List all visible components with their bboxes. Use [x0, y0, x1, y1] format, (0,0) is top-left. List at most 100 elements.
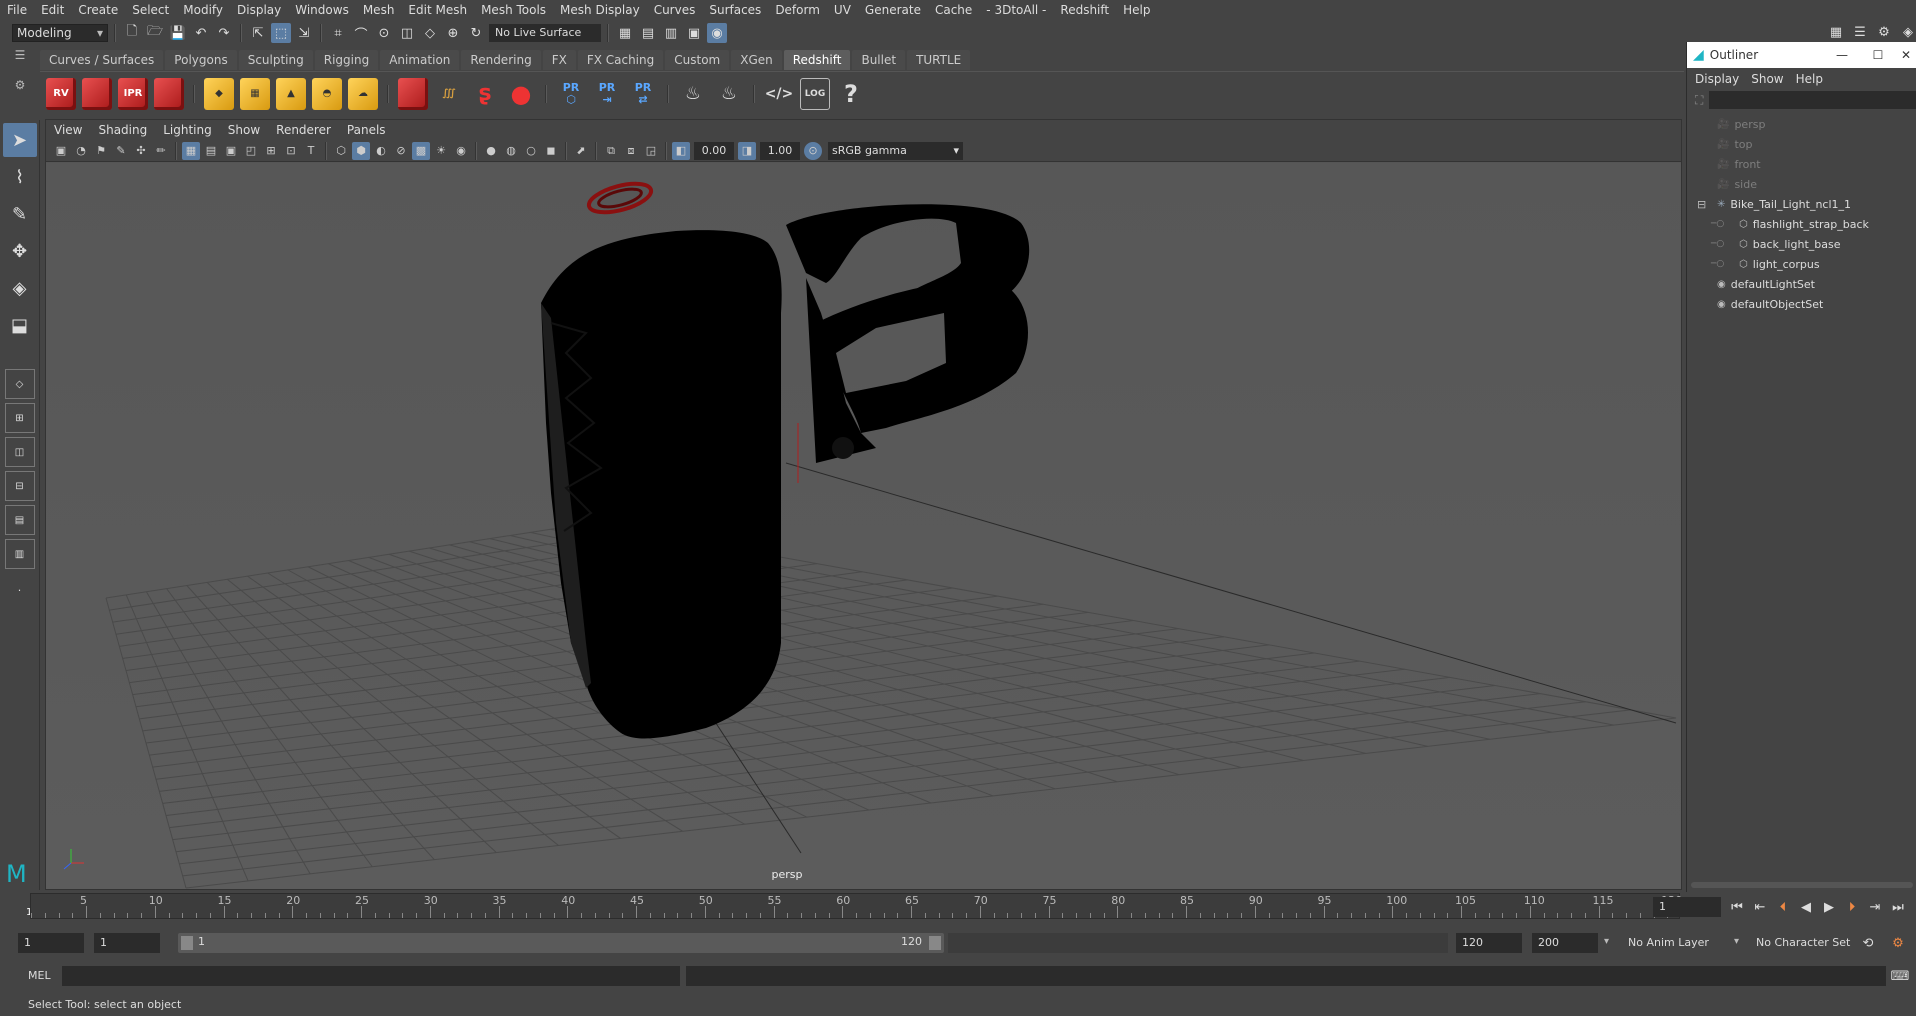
grid-toggle-icon[interactable]: ▦: [182, 141, 200, 160]
scene-start-field[interactable]: 1: [18, 933, 84, 953]
search-options-icon[interactable]: ⛶: [1695, 93, 1703, 108]
persp-graph-layout-icon[interactable]: ⊟: [4, 471, 35, 501]
undo-icon[interactable]: ↶: [191, 23, 211, 43]
go-to-start-icon[interactable]: ⏮: [1727, 897, 1747, 917]
render-view-icon[interactable]: ▣: [684, 23, 704, 43]
shelf-tab-polygons[interactable]: Polygons: [165, 50, 237, 70]
select-hierarchy-icon[interactable]: ⇱: [248, 23, 268, 43]
side-by-side-layout-icon[interactable]: ◫: [4, 437, 35, 467]
menu-select[interactable]: Select: [125, 0, 176, 20]
outliner-item[interactable]: ◉ defaultObjectSet: [1687, 294, 1916, 314]
outliner-layout-icon[interactable]: ▥: [4, 539, 35, 569]
command-input[interactable]: [62, 966, 680, 986]
textured-icon[interactable]: ▩: [412, 141, 430, 160]
redshift-settings-icon[interactable]: [154, 77, 184, 110]
redshift-render-sequence-icon[interactable]: [82, 77, 112, 110]
gamma-field[interactable]: 1.00: [760, 141, 800, 160]
safe-action-icon[interactable]: ⊡: [282, 142, 300, 160]
image-plane-icon[interactable]: ✎: [112, 142, 130, 160]
menu-edit-mesh[interactable]: Edit Mesh: [401, 0, 474, 20]
snap-grid-icon[interactable]: ⌗: [328, 23, 348, 43]
shelf-tab-custom[interactable]: Custom: [665, 50, 730, 70]
menu-mesh-display[interactable]: Mesh Display: [553, 0, 647, 20]
menu-windows[interactable]: Windows: [288, 0, 356, 20]
hypershade-icon[interactable]: ◉: [707, 23, 727, 43]
script-editor-icon[interactable]: ⌨: [1890, 966, 1910, 986]
range-end-handle[interactable]: [929, 936, 941, 950]
select-camera-icon[interactable]: ▣: [52, 142, 70, 160]
shelf-tab-redshift[interactable]: Redshift: [783, 50, 851, 70]
command-language[interactable]: MEL: [28, 969, 51, 982]
redshift-help-icon[interactable]: ?: [836, 78, 866, 110]
color-management-icon[interactable]: ⊙: [804, 141, 822, 160]
depth-of-field-icon[interactable]: ◼: [542, 142, 560, 160]
shelf-tab-bullet[interactable]: Bullet: [852, 50, 906, 70]
shelf-tab-animation[interactable]: Animation: [380, 50, 460, 70]
outliner-menu-display[interactable]: Display: [1695, 72, 1739, 86]
safe-title-icon[interactable]: T: [302, 142, 320, 160]
shelf-tab-fx-caching[interactable]: FX Caching: [577, 50, 664, 70]
use-all-lights-icon[interactable]: ☀: [432, 142, 450, 160]
snap-view-icon[interactable]: ◫: [397, 23, 417, 43]
2d-pan-zoom-icon[interactable]: ✣: [132, 142, 150, 160]
single-view-layout-icon[interactable]: ◇: [4, 369, 35, 399]
panel-menu-panels[interactable]: Panels: [339, 123, 394, 137]
menu-uv[interactable]: UV: [827, 0, 858, 20]
exposure-icon[interactable]: ◧: [672, 141, 690, 160]
outliner-item[interactable]: ─○ ⬡ back_light_base: [1687, 234, 1916, 254]
save-scene-icon[interactable]: 💾: [168, 23, 188, 43]
select-tool-icon[interactable]: ➤: [2, 123, 37, 157]
mode-selector[interactable]: Modeling: [12, 24, 108, 42]
render-frame-icon[interactable]: ▤: [638, 23, 658, 43]
menu-mesh-tools[interactable]: Mesh Tools: [474, 0, 553, 20]
shelf-tab-sculpting[interactable]: Sculpting: [238, 50, 313, 70]
lasso-tool-icon[interactable]: ⌇: [3, 160, 37, 194]
more-layouts-icon[interactable]: ·: [3, 573, 37, 607]
panel-menu-show[interactable]: Show: [220, 123, 268, 137]
redshift-render-view-icon[interactable]: RV: [46, 77, 76, 110]
four-view-layout-icon[interactable]: ⊞: [4, 403, 35, 433]
anim-layer-dropdown-icon[interactable]: ▾: [1604, 936, 1609, 947]
playback-end-field[interactable]: 120: [1456, 933, 1522, 953]
anti-aliasing-icon[interactable]: ○: [522, 142, 540, 160]
menu-3dtoall[interactable]: - 3DtoAll -: [979, 0, 1053, 20]
snap-curve-icon[interactable]: ⌒: [351, 23, 371, 43]
menu-cache[interactable]: Cache: [928, 0, 979, 20]
ipr-render-icon[interactable]: ▥: [661, 23, 681, 43]
redshift-material-icon[interactable]: ♨: [678, 78, 708, 110]
select-object-icon[interactable]: ⬚: [271, 23, 291, 43]
bookmark-icon[interactable]: ⚑: [92, 142, 110, 160]
redshift-area-light-icon[interactable]: ◆: [204, 77, 234, 110]
current-frame-field[interactable]: 1: [1653, 897, 1721, 917]
rotate-tool-icon[interactable]: ◈: [3, 271, 37, 305]
xray-joints-icon[interactable]: ⧉: [602, 142, 620, 160]
scale-tool-icon[interactable]: ⬓: [3, 308, 37, 342]
menu-redshift[interactable]: Redshift: [1053, 0, 1116, 20]
step-back-key-icon[interactable]: ⇤: [1750, 897, 1770, 917]
shelf-tab-xgen[interactable]: XGen: [731, 50, 782, 70]
xray-icon[interactable]: ⊘: [392, 142, 410, 160]
paint-select-tool-icon[interactable]: ✎: [3, 197, 37, 231]
redshift-dome-light-icon[interactable]: ◓: [312, 77, 342, 110]
redshift-material-assign-icon[interactable]: ♨: [714, 78, 744, 110]
attribute-editor-icon[interactable]: ☰: [1850, 22, 1870, 42]
outliner-item[interactable]: 🎥 front: [1687, 154, 1916, 174]
playback-start-field[interactable]: 1: [94, 933, 160, 953]
screen-space-ao-icon[interactable]: ●: [482, 142, 500, 160]
time-ruler[interactable]: 5 10 15 20 25 30 35 40 45 50 55 60 65 70 75 80 85 90 95 100…: [30, 893, 1682, 919]
wireframe-on-shaded-icon[interactable]: ◐: [372, 142, 390, 160]
panel-menu-view[interactable]: View: [46, 123, 90, 137]
redshift-portal-light-icon[interactable]: ▦: [240, 77, 270, 110]
menu-display[interactable]: Display: [230, 0, 288, 20]
shelf-tab-turtle[interactable]: TURTLE: [907, 50, 971, 70]
red-led-lens[interactable]: [586, 178, 654, 218]
smooth-shade-icon[interactable]: ⬢: [352, 141, 370, 160]
redshift-proxy-export-icon[interactable]: PR ⬡: [556, 78, 586, 110]
outliner-menu-show[interactable]: Show: [1751, 72, 1783, 86]
strap-knob[interactable]: [832, 437, 854, 459]
hud-icon[interactable]: ◲: [642, 142, 660, 160]
shelf-tab-rigging[interactable]: Rigging: [314, 50, 379, 70]
step-forward-frame-icon[interactable]: ⏵: [1842, 897, 1862, 917]
go-to-end-icon[interactable]: ⏭: [1888, 897, 1908, 917]
modeling-toolkit-icon[interactable]: ◈: [1898, 22, 1916, 42]
